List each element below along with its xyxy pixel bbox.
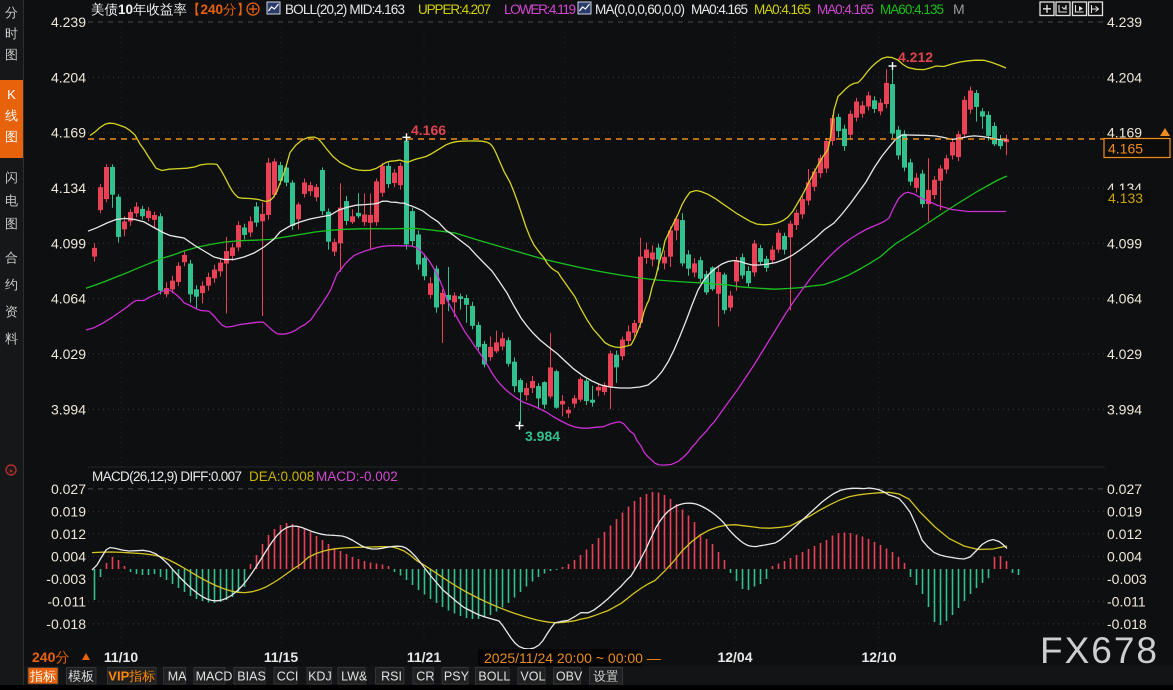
svg-text:MACD: MACD bbox=[196, 670, 233, 684]
svg-text:4.239: 4.239 bbox=[1107, 14, 1142, 30]
svg-text:3.994: 3.994 bbox=[51, 401, 86, 417]
svg-text:2025/11/24 20:00 ~ 00:00 —: 2025/11/24 20:00 ~ 00:00 — bbox=[484, 650, 661, 666]
svg-text:11/15: 11/15 bbox=[264, 649, 298, 665]
svg-text:4.064: 4.064 bbox=[1107, 291, 1142, 307]
svg-text:CCI: CCI bbox=[277, 670, 299, 684]
svg-text:4.166: 4.166 bbox=[411, 122, 446, 138]
svg-text:MA: MA bbox=[168, 670, 187, 684]
svg-text:0.012: 0.012 bbox=[51, 526, 86, 542]
svg-text:0.027: 0.027 bbox=[1107, 481, 1142, 497]
svg-text:4.169: 4.169 bbox=[51, 125, 86, 141]
svg-text:BIAS: BIAS bbox=[237, 670, 265, 684]
svg-text:CR: CR bbox=[416, 670, 434, 684]
svg-text:☀: ☀ bbox=[7, 467, 14, 476]
svg-text:4.064: 4.064 bbox=[51, 291, 86, 307]
svg-text:4.165: 4.165 bbox=[1108, 141, 1143, 157]
svg-text:DEA:0.008: DEA:0.008 bbox=[249, 469, 314, 484]
svg-text:4.099: 4.099 bbox=[1107, 235, 1142, 251]
svg-text:12/10: 12/10 bbox=[861, 649, 896, 665]
svg-text:MA(0,0,0,60,0,0): MA(0,0,0,60,0,0) bbox=[595, 2, 685, 17]
svg-text:UPPER:4.207: UPPER:4.207 bbox=[418, 2, 491, 17]
svg-text:3.994: 3.994 bbox=[1107, 401, 1142, 417]
svg-text:-0.011: -0.011 bbox=[1107, 593, 1146, 609]
svg-text:0.004: 0.004 bbox=[51, 548, 86, 564]
svg-text:4.133: 4.133 bbox=[1108, 190, 1143, 206]
svg-text:240: 240 bbox=[32, 649, 56, 665]
svg-text:4.099: 4.099 bbox=[51, 235, 86, 251]
svg-text:11/21: 11/21 bbox=[407, 649, 441, 665]
svg-text:RSI: RSI bbox=[381, 670, 402, 684]
svg-text:FX678: FX678 bbox=[1040, 630, 1159, 671]
svg-text:LOWER:4.119: LOWER:4.119 bbox=[504, 2, 576, 17]
svg-text:0.004: 0.004 bbox=[1107, 548, 1142, 564]
svg-text:4.239: 4.239 bbox=[51, 14, 86, 30]
svg-text:PSY: PSY bbox=[444, 670, 470, 684]
svg-text:VIP: VIP bbox=[108, 669, 129, 684]
svg-text:4.204: 4.204 bbox=[1107, 69, 1142, 85]
svg-text:BOLL: BOLL bbox=[478, 670, 510, 684]
svg-text:4.204: 4.204 bbox=[51, 69, 86, 85]
svg-text:-0.011: -0.011 bbox=[47, 593, 86, 609]
svg-text:4.212: 4.212 bbox=[898, 49, 933, 65]
svg-text:0.019: 0.019 bbox=[1107, 503, 1142, 519]
svg-text:M: M bbox=[953, 1, 965, 17]
svg-text:K: K bbox=[7, 87, 16, 102]
svg-text:4.134: 4.134 bbox=[51, 180, 86, 196]
svg-text:MACD:-0.002: MACD:-0.002 bbox=[316, 469, 398, 484]
svg-text:11/10: 11/10 bbox=[104, 649, 138, 665]
svg-text:-0.003: -0.003 bbox=[1107, 571, 1147, 587]
svg-text:BOLL(20,2) MID:4.163: BOLL(20,2) MID:4.163 bbox=[285, 2, 405, 17]
svg-text:KDJ: KDJ bbox=[308, 670, 332, 684]
svg-text:MA0:4.165: MA0:4.165 bbox=[691, 2, 748, 17]
svg-text:MA0:4.165: MA0:4.165 bbox=[817, 2, 874, 17]
svg-text:3.984: 3.984 bbox=[525, 428, 560, 444]
svg-text:-0.003: -0.003 bbox=[46, 571, 86, 587]
svg-text:0.012: 0.012 bbox=[1107, 526, 1142, 542]
svg-text:MA0:4.165: MA0:4.165 bbox=[754, 2, 811, 17]
svg-text:VOL: VOL bbox=[520, 670, 545, 684]
svg-text:4.029: 4.029 bbox=[51, 346, 86, 362]
svg-text:-0.018: -0.018 bbox=[46, 616, 86, 632]
svg-text:LW&: LW& bbox=[341, 670, 368, 684]
svg-text:4.029: 4.029 bbox=[1107, 346, 1142, 362]
svg-text:12/04: 12/04 bbox=[717, 649, 752, 665]
svg-text:OBV: OBV bbox=[556, 670, 583, 684]
svg-text:0.027: 0.027 bbox=[51, 481, 86, 497]
svg-text:MACD(26,12,9) DIFF:0.007: MACD(26,12,9) DIFF:0.007 bbox=[92, 469, 242, 484]
svg-text:10: 10 bbox=[118, 2, 133, 17]
svg-text:MA60:4.135: MA60:4.135 bbox=[880, 2, 944, 17]
svg-text:0.019: 0.019 bbox=[51, 503, 86, 519]
svg-text:240: 240 bbox=[201, 2, 224, 17]
